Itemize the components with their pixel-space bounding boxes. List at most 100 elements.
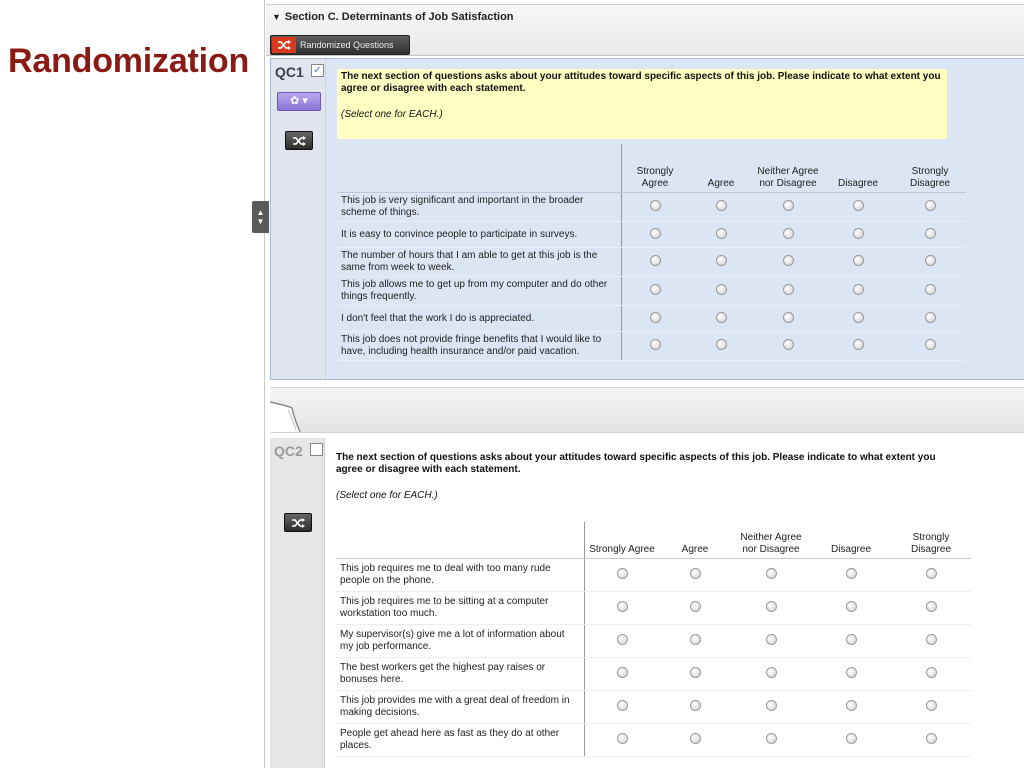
radio-button[interactable] [782, 284, 794, 295]
section-header-bar: ▼ Section C. Determinants of Job Satisfac… [266, 4, 1024, 56]
question-randomize-button[interactable] [284, 513, 312, 532]
radio-button[interactable] [616, 700, 628, 711]
radio-button[interactable] [715, 227, 727, 239]
radio-button[interactable] [924, 200, 936, 211]
question-text-highlight[interactable]: The next section of questions asks about… [337, 69, 947, 139]
radio-button[interactable] [765, 601, 777, 612]
radio-button[interactable] [925, 733, 937, 744]
radio-button[interactable] [689, 700, 701, 711]
radio-button[interactable] [616, 568, 628, 579]
radio-button[interactable] [616, 634, 628, 645]
question-gutter: QC2 [270, 438, 325, 768]
radio-button[interactable] [649, 227, 661, 239]
move-question-handle[interactable]: ▲ ▼ [252, 201, 269, 233]
radio-button[interactable] [715, 200, 727, 211]
radio-button[interactable] [765, 568, 777, 579]
radio-button[interactable] [852, 200, 864, 211]
question-block-qc1[interactable]: QC1 ✓ ✿ ▾ The next section of questions … [270, 58, 1024, 380]
radio-button[interactable] [715, 284, 727, 295]
shuffle-icon [293, 135, 306, 146]
radio-button[interactable] [782, 227, 794, 239]
matrix-cell [754, 276, 822, 306]
radio-button[interactable] [689, 733, 701, 744]
radio-button[interactable] [715, 311, 727, 323]
radio-button[interactable] [845, 601, 857, 612]
radio-button[interactable] [649, 200, 661, 211]
question-block-qc2[interactable]: QC2 The next section of questions asks a… [270, 438, 1024, 768]
collapse-triangle-icon[interactable]: ▼ [272, 12, 281, 22]
radio-button[interactable] [852, 227, 864, 239]
matrix-cell [891, 558, 971, 592]
matrix-row: The best workers get the highest pay rai… [336, 657, 971, 691]
matrix-cell [754, 247, 822, 277]
radio-button[interactable] [616, 601, 628, 612]
matrix-cell [659, 657, 731, 691]
radio-button[interactable] [845, 733, 857, 744]
radio-button[interactable] [715, 339, 727, 350]
radio-button[interactable] [782, 311, 794, 323]
randomized-questions-button[interactable]: Randomized Questions [270, 35, 410, 55]
matrix-column-header: Disagree [811, 522, 891, 559]
question-select-checkbox[interactable] [310, 443, 323, 456]
matrix-statement: This job does not provide fringe benefit… [337, 331, 622, 361]
radio-button[interactable] [616, 733, 628, 744]
radio-button[interactable] [689, 601, 701, 612]
radio-button[interactable] [765, 700, 777, 711]
page-break[interactable] [270, 387, 1024, 433]
radio-button[interactable] [852, 311, 864, 323]
radio-button[interactable] [616, 667, 628, 678]
radio-button[interactable] [689, 568, 701, 579]
matrix-cell [621, 305, 688, 332]
radio-button[interactable] [852, 255, 864, 266]
question-select-checkbox[interactable]: ✓ [311, 64, 324, 77]
radio-button[interactable] [924, 255, 936, 266]
matrix-cell [894, 192, 966, 222]
radio-button[interactable] [765, 667, 777, 678]
radio-button[interactable] [649, 339, 661, 350]
move-down-icon[interactable]: ▼ [257, 217, 265, 226]
radio-button[interactable] [765, 634, 777, 645]
radio-button[interactable] [689, 667, 701, 678]
matrix-cell [894, 276, 966, 306]
radio-button[interactable] [845, 568, 857, 579]
radio-button[interactable] [925, 634, 937, 645]
matrix-cell [584, 591, 659, 625]
radio-button[interactable] [845, 667, 857, 678]
matrix-cell [894, 247, 966, 277]
radio-button[interactable] [845, 700, 857, 711]
radio-button[interactable] [765, 733, 777, 744]
matrix-cell [822, 305, 894, 332]
radio-button[interactable] [924, 339, 936, 350]
move-up-icon[interactable]: ▲ [257, 208, 265, 217]
radio-button[interactable] [689, 634, 701, 645]
question-text: The next section of questions asks about… [336, 452, 936, 475]
matrix-statement-header [336, 522, 585, 559]
radio-button[interactable] [649, 284, 661, 295]
matrix-column-header: Strongly Agree [621, 144, 688, 193]
question-randomize-button[interactable] [285, 131, 313, 150]
radio-button[interactable] [924, 311, 936, 323]
radio-button[interactable] [782, 255, 794, 266]
radio-button[interactable] [925, 667, 937, 678]
matrix-row: This job allows me to get up from my com… [337, 276, 966, 306]
radio-button[interactable] [925, 700, 937, 711]
question-options-button[interactable]: ✿ ▾ [277, 92, 321, 111]
radio-button[interactable] [782, 339, 794, 350]
radio-button[interactable] [852, 284, 864, 295]
radio-button[interactable] [924, 284, 936, 295]
matrix-row: This job provides me with a great deal o… [336, 690, 971, 724]
radio-button[interactable] [845, 634, 857, 645]
radio-button[interactable] [649, 255, 661, 266]
matrix-cell [731, 690, 811, 724]
radio-button[interactable] [924, 227, 936, 239]
radio-button[interactable] [925, 568, 937, 579]
radio-button[interactable] [715, 255, 727, 266]
radio-button[interactable] [782, 200, 794, 211]
radio-button[interactable] [852, 339, 864, 350]
matrix-cell [891, 657, 971, 691]
section-title[interactable]: ▼ Section C. Determinants of Job Satisfac… [272, 11, 514, 23]
matrix-cell [621, 276, 688, 306]
question-text-area[interactable]: The next section of questions asks about… [336, 452, 956, 501]
radio-button[interactable] [925, 601, 937, 612]
radio-button[interactable] [649, 311, 661, 323]
